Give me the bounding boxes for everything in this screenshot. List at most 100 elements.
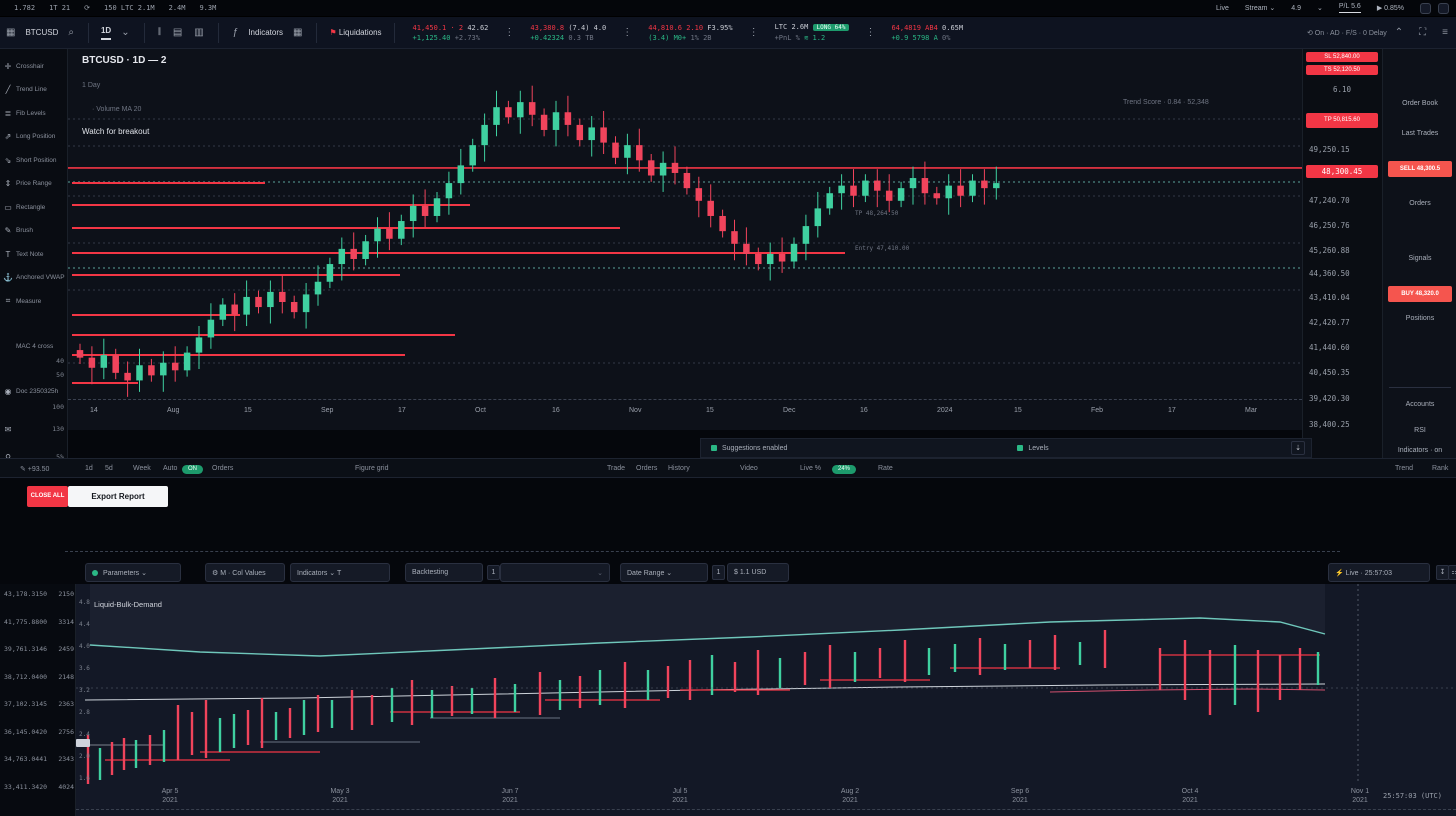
candles-style-icon[interactable]: 𝄃	[159, 27, 161, 38]
tool-anchored-vwap[interactable]: ⚓Anchored VWAP	[0, 269, 68, 287]
settings-icon[interactable]: ≡	[1442, 27, 1448, 38]
bottom-indicator-chart[interactable]: 4.84.44.03.63.22.82.42.01.6 Liquid-Bulk-…	[76, 584, 1456, 816]
statusbar-item--93-50[interactable]: ✎ +93.50	[20, 465, 49, 473]
top-menu-item[interactable]: ⌄	[1317, 4, 1323, 12]
btoolbar-parameters[interactable]: Parameters ⌄	[85, 563, 181, 582]
statusbar-item-auto[interactable]: Auto	[163, 465, 177, 472]
statusbar-item-live-[interactable]: Live %	[800, 465, 821, 472]
tool-trend-line[interactable]: ╱Trend Line	[0, 81, 68, 99]
btoolbar-m-col-values[interactable]: ⚙ M · Col Values	[205, 563, 285, 582]
panel-item-rsi[interactable]: RSI	[1383, 427, 1456, 434]
main-candlestick-chart[interactable]: 14Aug15Sep17Oct16Nov15Dec16202415Feb17Ma…	[68, 49, 1302, 430]
level-label: Doc 2350325h	[16, 388, 64, 395]
tool-crosshair[interactable]: ✛Crosshair	[0, 57, 68, 75]
depth-row: 36,145.04202756	[4, 728, 74, 736]
tool-fib-levels[interactable]: ≣Fib Levels	[0, 104, 68, 122]
layout-icon[interactable]	[1438, 3, 1449, 14]
top-menu-item[interactable]: P/L 5.6	[1339, 3, 1361, 13]
chevron-down-icon[interactable]: ⌄	[121, 27, 129, 38]
statusbar-item-figure-grid[interactable]: Figure grid	[355, 465, 388, 472]
panel-item-last-trades[interactable]: Last Trades	[1383, 130, 1456, 137]
candle	[434, 198, 441, 216]
btoolbar-live-25-57-03[interactable]: ⚡ Live · 25:57:03	[1328, 563, 1430, 582]
green-square-icon	[711, 445, 717, 451]
indicators-button[interactable]: Indicators	[248, 28, 283, 37]
bottom-y-tick: 1.6	[79, 775, 90, 782]
btoolbar-chip[interactable]: ⚏	[1448, 565, 1456, 580]
panel-item-orders[interactable]: Orders	[1383, 200, 1456, 207]
btoolbar-backtesting[interactable]: Backtesting	[405, 563, 483, 582]
statusbar-item-rate[interactable]: Rate	[878, 465, 893, 472]
top-menu-item[interactable]: Stream ⌄	[1245, 4, 1275, 12]
candle	[243, 297, 250, 315]
candle	[934, 193, 941, 198]
btoolbar-indicators-t[interactable]: Indicators ⌄ T	[290, 563, 390, 582]
statusbar-item-orders[interactable]: Orders	[636, 465, 657, 472]
tool-long-position[interactable]: ⇗Long Position	[0, 128, 68, 146]
indicators-icon[interactable]: ƒ	[233, 27, 239, 38]
statusbar-item-week[interactable]: Week	[133, 465, 151, 472]
tool-short-position[interactable]: ⇘Short Position	[0, 151, 68, 169]
panel-item-order-book[interactable]: Order Book	[1383, 100, 1456, 107]
tool-text-note[interactable]: TText Note	[0, 245, 68, 263]
tool-rectangle[interactable]: ▭Rectangle	[0, 198, 68, 216]
collapse-icon[interactable]: ⌃	[1395, 27, 1403, 38]
fullscreen-icon[interactable]: ⛶	[1419, 27, 1426, 38]
candle	[231, 305, 238, 315]
layout-grid-icon[interactable]: ▦	[293, 27, 302, 38]
btoolbar-chip[interactable]: 1	[712, 565, 725, 580]
grid-menu-icon[interactable]: ▦	[6, 27, 15, 38]
statusbar-item-1d[interactable]: 1d	[85, 465, 93, 472]
sidebar-level-row[interactable]: ✉130	[0, 420, 68, 438]
bottom-plot-svg[interactable]: 4.84.44.03.63.22.82.42.01.6	[76, 584, 1456, 789]
statusbar-item-5d[interactable]: 5d	[105, 465, 113, 472]
statusbar-item-trade[interactable]: Trade	[607, 465, 625, 472]
area-style-icon[interactable]: ▥	[194, 27, 203, 38]
candle	[255, 297, 262, 307]
market-stat-cell: 64,4819 AB4 0.65M +0.9 5798 A 0%	[891, 23, 963, 43]
panel-divider	[1389, 387, 1451, 388]
interval-button[interactable]: 1D	[101, 26, 111, 40]
statusbar-item-rank[interactable]: Rank	[1432, 465, 1448, 472]
live-dot-icon	[92, 570, 98, 576]
panel-item-signals[interactable]: Signals	[1383, 255, 1456, 262]
statusbar-item-trend[interactable]: Trend	[1395, 465, 1413, 472]
export-report-button[interactable]: Export Report	[68, 486, 168, 507]
main-plot-svg[interactable]	[68, 49, 1302, 404]
toggle-pill[interactable]: ON	[182, 465, 203, 474]
statusbar-item-orders[interactable]: Orders	[212, 465, 233, 472]
sidebar-level-row[interactable]: 100	[0, 398, 68, 416]
legend-levels[interactable]: Levels	[1017, 445, 1048, 452]
close-all-button[interactable]: CLOSE ALL	[27, 486, 68, 507]
toggle-pill[interactable]: 24%	[832, 465, 856, 474]
sell-button[interactable]: SELL 48,300.5	[1388, 161, 1452, 177]
symbol-button[interactable]: BTCUSD	[25, 28, 58, 37]
tool-measure[interactable]: ⌗Measure	[0, 292, 68, 310]
btoolbar-chip[interactable]: 1	[487, 565, 500, 580]
panel-item-indicators-on[interactable]: Indicators · on	[1383, 447, 1456, 454]
btoolbar-[interactable]: ⌄	[500, 563, 610, 582]
statusbar-item-video[interactable]: Video	[740, 465, 758, 472]
tool-price-range[interactable]: ⇕Price Range	[0, 175, 68, 193]
candle	[600, 127, 607, 142]
candle	[172, 363, 179, 371]
btoolbar-1-1-usd[interactable]: $ 1.1 USD	[727, 563, 789, 582]
tool-brush[interactable]: ✎Brush	[0, 222, 68, 240]
top-menu-item[interactable]: Live	[1216, 5, 1229, 12]
stat-value: +PnL %	[775, 34, 805, 42]
apps-icon[interactable]	[1420, 3, 1431, 14]
download-icon[interactable]: ⇣	[1291, 441, 1305, 455]
panel-item-positions[interactable]: Positions	[1383, 315, 1456, 322]
toolbar-divider	[394, 23, 395, 43]
buy-button[interactable]: BUY 48,320.0	[1388, 286, 1452, 302]
top-menu-item[interactable]: 4.9	[1291, 5, 1301, 12]
top-menu-item[interactable]: ▶ 0.85%	[1377, 4, 1404, 12]
liquidations-button[interactable]: ⚑ Liquidations	[329, 28, 381, 37]
panel-item-accounts[interactable]: Accounts	[1383, 401, 1456, 408]
search-icon[interactable]: ⌕	[68, 27, 74, 38]
legend-suggestions[interactable]: Suggestions enabled	[711, 445, 787, 452]
price-scale[interactable]: SL 52,840.00TS 52,120.506.10TP 50,815.60…	[1302, 49, 1382, 478]
statusbar-item-history[interactable]: History	[668, 465, 690, 472]
btoolbar-date-range[interactable]: Date Range ⌄	[620, 563, 708, 582]
bars-style-icon[interactable]: ▤	[173, 27, 182, 38]
